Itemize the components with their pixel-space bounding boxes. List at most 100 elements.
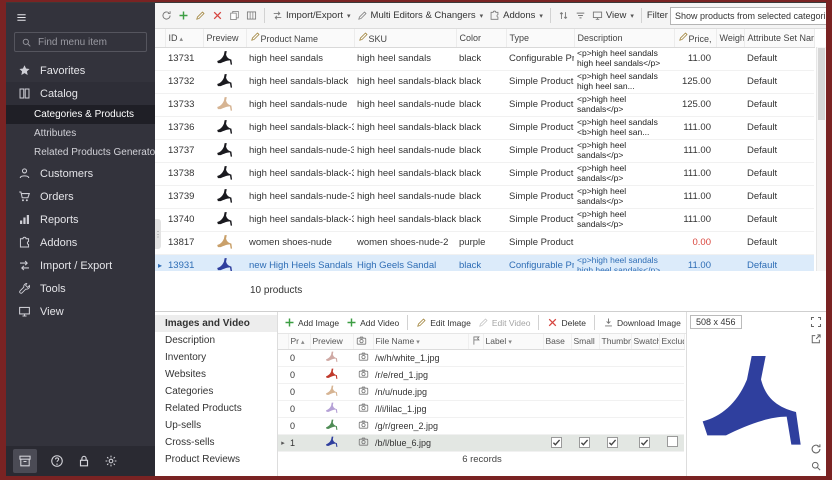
multi-editors-dropdown[interactable]: Multi Editors & Changers▾: [355, 8, 486, 23]
copy-button[interactable]: [227, 8, 242, 23]
exclude-checkbox[interactable]: [667, 436, 678, 447]
help-icon[interactable]: [50, 454, 64, 468]
col-header-file_name[interactable]: File Name▾: [373, 334, 468, 349]
open-external-icon[interactable]: [810, 333, 822, 345]
grid-scrollbar[interactable]: [816, 47, 826, 271]
col-header-base[interactable]: Base: [543, 334, 571, 349]
tab-inventory[interactable]: Inventory: [155, 349, 277, 366]
image-row-l-i-lilac-1-jpg[interactable]: 0/l/i/lilac_1.jpg: [278, 400, 684, 417]
tab-cross-sells[interactable]: Cross-sells: [155, 434, 277, 451]
tab-categories[interactable]: Categories: [155, 383, 277, 400]
add-image-button[interactable]: Add Image: [282, 315, 341, 330]
image-row-w-h-white-1-jpg[interactable]: 0/w/h/white_1.jpg: [278, 349, 684, 366]
sidebar-item-catalog[interactable]: Catalog: [6, 82, 155, 105]
product-row-13731[interactable]: 13731high heel sandalshigh heel sandalsb…: [155, 47, 814, 70]
col-header-pr[interactable]: Pr▴: [288, 334, 310, 349]
product-row-13738[interactable]: 13738high heel sandals-black-37high heel…: [155, 162, 814, 185]
small-checkbox[interactable]: [579, 437, 590, 448]
sidebar-item-import-export[interactable]: Import / Export: [6, 254, 155, 277]
product-row-13733[interactable]: 13733high heel sandals-nudehigh heel san…: [155, 93, 814, 116]
refresh-button[interactable]: [159, 8, 174, 23]
sidebar-item-categories-products[interactable]: Categories & Products: [6, 105, 155, 124]
image-row-r-e-red-1-jpg[interactable]: 0/r/e/red_1.jpg: [278, 366, 684, 383]
sidebar-item-favorites[interactable]: Favorites: [6, 59, 155, 82]
row-marker: [278, 417, 288, 434]
col-header-swatch[interactable]: Swatch: [631, 334, 659, 349]
col-header-price[interactable]: Price,: [674, 29, 716, 47]
col-header-type[interactable]: Type: [506, 29, 574, 47]
columns-button[interactable]: [244, 8, 259, 23]
gear-icon[interactable]: [104, 454, 118, 468]
image-row-b-l-blue-6-jpg[interactable]: ▸1/b/l/blue_6.jpg: [278, 434, 684, 451]
group-button[interactable]: [573, 8, 588, 23]
download-image-button[interactable]: Download Image: [601, 315, 683, 330]
sidebar-item-view[interactable]: View: [6, 300, 155, 323]
cell-base: [543, 349, 571, 366]
tab-websites[interactable]: Websites: [155, 366, 277, 383]
sidebar-item-orders[interactable]: Orders: [6, 185, 155, 208]
thumbnail-checkbox[interactable]: [607, 437, 618, 448]
col-header-flag[interactable]: [468, 334, 483, 349]
product-row-13817[interactable]: 13817women shoes-nudewomen shoes-nude-2p…: [155, 231, 814, 254]
image-row-n-u-nude-jpg[interactable]: 0/n/u/nude.jpg: [278, 383, 684, 400]
product-row-13737[interactable]: 13737high heel sandals-nude-36high heel …: [155, 139, 814, 162]
col-header-exclude[interactable]: Exclude: [659, 334, 684, 349]
col-header-small[interactable]: Small: [571, 334, 599, 349]
tab-description[interactable]: Description: [155, 332, 277, 349]
rotate-icon[interactable]: [810, 443, 822, 455]
import-export-dropdown[interactable]: Import/Export▾: [270, 8, 353, 23]
delete-product-button[interactable]: [210, 8, 225, 23]
tab-up-sells[interactable]: Up-sells: [155, 417, 277, 434]
add-video-button[interactable]: Add Video: [344, 315, 401, 330]
product-row-13732[interactable]: 13732high heel sandals-blackhigh heel sa…: [155, 70, 814, 93]
addons-dropdown[interactable]: Addons▾: [487, 8, 545, 23]
scrollbar-thumb[interactable]: [818, 48, 825, 120]
product-row-13739[interactable]: 13739high heel sandals-nude-37high heel …: [155, 185, 814, 208]
product-row-13931[interactable]: ▸13931new High Heels SandalsHigh Geels S…: [155, 254, 814, 271]
col-header-camera[interactable]: [353, 334, 373, 349]
tab-related-products[interactable]: Related Products: [155, 400, 277, 417]
cell-swatch: [631, 400, 659, 417]
sidebar-item-customers[interactable]: Customers: [6, 162, 155, 185]
tab-product-reviews[interactable]: Product Reviews: [155, 451, 277, 468]
col-header-color[interactable]: Color: [456, 29, 506, 47]
lock-icon[interactable]: [77, 454, 91, 468]
sidebar-item-related-products-generator[interactable]: Related Products Generator: [6, 143, 155, 162]
sidebar-item-addons[interactable]: Addons: [6, 231, 155, 254]
sidebar-item-tools[interactable]: Tools: [6, 277, 155, 300]
zoom-icon[interactable]: [810, 460, 822, 472]
col-header-weight[interactable]: Weight: [716, 29, 744, 47]
edit-video-button[interactable]: Edit Video: [476, 315, 533, 330]
menu-icon[interactable]: [16, 12, 27, 23]
cell-preview: [310, 434, 353, 451]
col-header-sku[interactable]: SKU: [354, 29, 456, 47]
image-row-g-r-green-2-jpg[interactable]: 0/g/r/green_2.jpg: [278, 417, 684, 434]
fullscreen-icon[interactable]: [810, 316, 822, 328]
edit-image-button[interactable]: Edit Image: [414, 315, 473, 330]
store-icon[interactable]: [13, 449, 37, 473]
sidebar-item-reports[interactable]: Reports: [6, 208, 155, 231]
sort-button[interactable]: [556, 8, 571, 23]
category-filter-select[interactable]: Show products from selected categories▾: [670, 7, 826, 25]
col-header-description[interactable]: Description: [574, 29, 674, 47]
menu-search-input[interactable]: Find menu item: [14, 32, 147, 52]
base-checkbox[interactable]: [551, 437, 562, 448]
col-header-id[interactable]: ID▴: [165, 29, 203, 47]
product-row-13736[interactable]: 13736high heel sandals-black-36high heel…: [155, 116, 814, 139]
view-dropdown[interactable]: View▾: [590, 8, 636, 23]
col-header-name[interactable]: Product Name: [246, 29, 354, 47]
col-header-label[interactable]: Label▾: [483, 334, 543, 349]
shoe-image: [212, 164, 238, 181]
swatch-checkbox[interactable]: [639, 437, 650, 448]
sidebar-item-attributes[interactable]: Attributes: [6, 124, 155, 143]
col-header-thumbnail[interactable]: Thumbna: [599, 334, 631, 349]
add-product-button[interactable]: [176, 8, 191, 23]
product-row-13740[interactable]: 13740high heel sandals-black-38high heel…: [155, 208, 814, 231]
col-header-preview[interactable]: Preview: [310, 334, 353, 349]
sidebar-splitter-handle[interactable]: ⋮: [155, 219, 161, 249]
col-header-attr_set[interactable]: Attribute Set Name: [744, 29, 814, 47]
delete-image-button[interactable]: Delete: [545, 315, 588, 330]
tab-images-and-video[interactable]: Images and Video: [155, 315, 277, 332]
edit-product-button[interactable]: [193, 8, 208, 23]
col-header-preview[interactable]: Preview: [203, 29, 246, 47]
